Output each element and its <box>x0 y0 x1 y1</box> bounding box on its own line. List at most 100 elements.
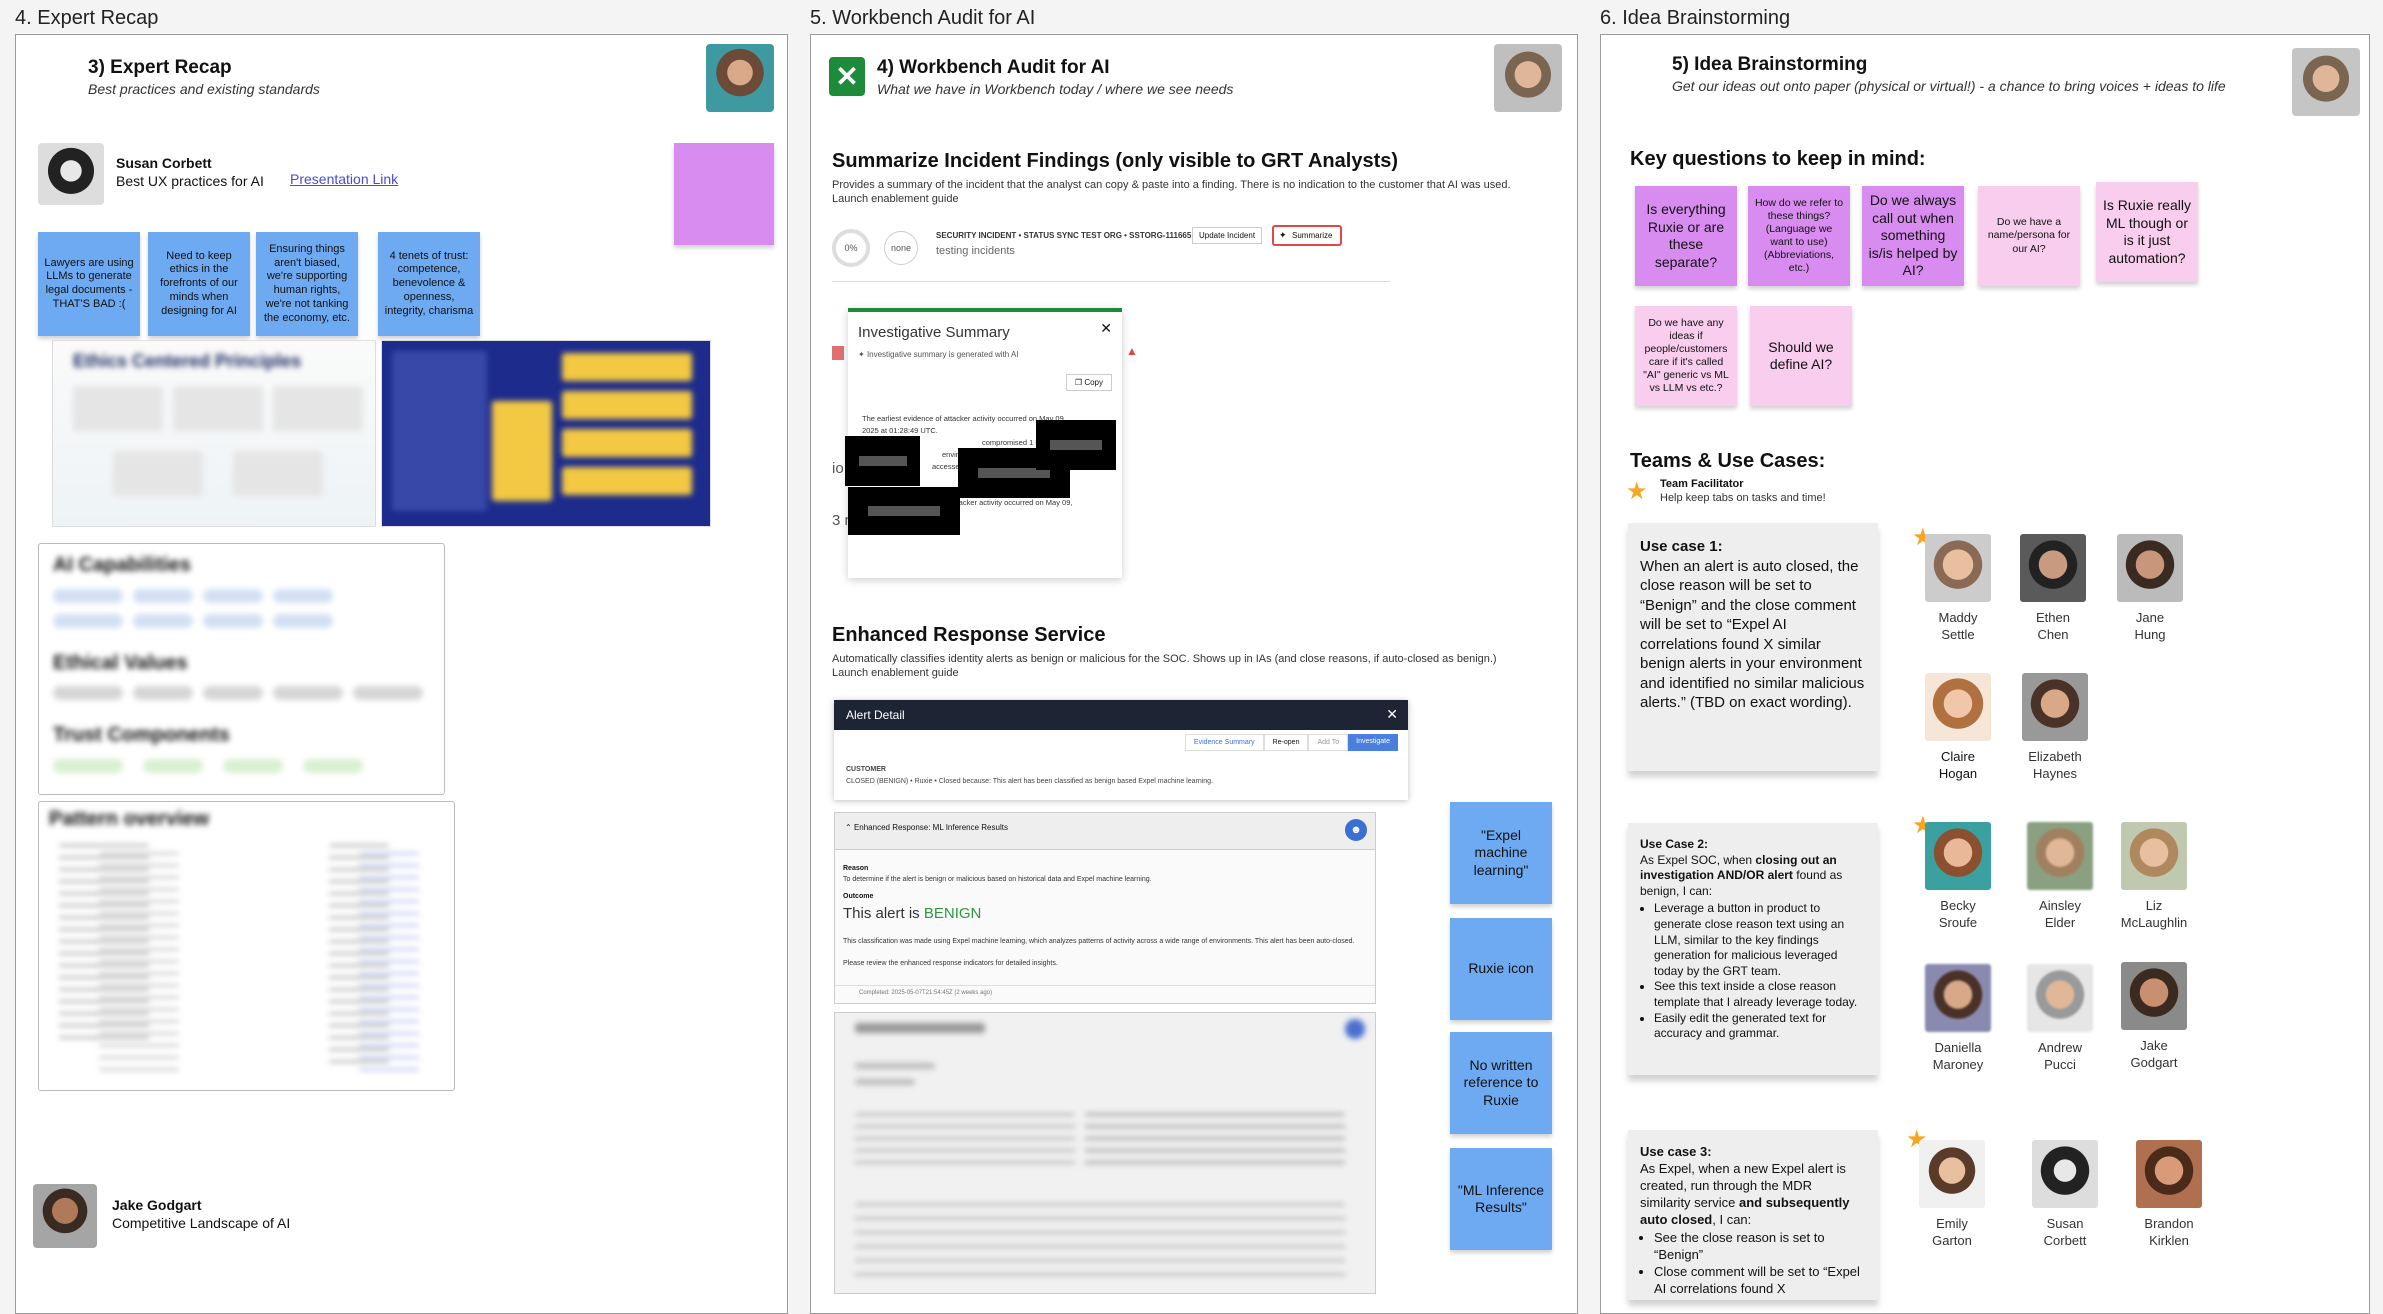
tab-add-to[interactable]: Add To <box>1308 734 1349 751</box>
chevron-up-icon: ⌃ <box>845 823 854 832</box>
slide-title: Ethics Centered Principles <box>73 351 302 371</box>
team-member: Jake Godgart <box>2104 962 2204 1072</box>
team-member: Emily Garton <box>1902 1140 2002 1250</box>
copy-icon: ❐ <box>1074 378 1085 387</box>
ai-note: ✦ Investigative summary is generated wit… <box>858 350 1019 359</box>
question-sticky-2[interactable]: How do we refer to these things? (Langua… <box>1748 186 1850 286</box>
use-case-2-card[interactable]: Use Case 2: As Expel SOC, when closing o… <box>1628 823 1878 1075</box>
team-member: Becky Sroufe <box>1908 822 2008 932</box>
facilitator-sub: Help keep tabs on tasks and time! <box>1660 492 1826 504</box>
question-sticky-3[interactable]: Do we always call out when something is/… <box>1862 186 1964 286</box>
redaction-block <box>848 487 960 535</box>
incident-sub: testing incidents <box>936 245 1015 257</box>
question-sticky-6[interactable]: Do we have any ideas if people/customers… <box>1635 306 1737 406</box>
presentation-link[interactable]: Presentation Link <box>290 171 398 187</box>
close-icon[interactable]: ✕ <box>1100 320 1112 337</box>
team-member: Ainsley Elder <box>2010 822 2110 932</box>
ml-inference-panel[interactable]: ⌃ Enhanced Response: ML Inference Result… <box>834 812 1376 1004</box>
slide-thumbnail-ethics[interactable]: Ethics Centered Principles <box>52 340 376 527</box>
tab-reopen[interactable]: Re-open <box>1263 734 1309 751</box>
sticky-expert-2[interactable]: Need to keep ethics in the forefronts of… <box>148 232 250 336</box>
susan-topic: Best UX practices for AI <box>116 173 264 189</box>
summarize-guide-link[interactable]: Launch enablement guide <box>832 192 959 206</box>
expert-heading: 3) Expert Recap <box>88 57 232 78</box>
update-incident-button[interactable]: Update Incident <box>1192 227 1263 244</box>
jake-name: Jake Godgart <box>112 1197 202 1213</box>
redaction-block <box>845 436 920 486</box>
warning-triangle-icon: ▲ <box>1126 344 1138 358</box>
ruxie-icon: ☻ <box>1345 819 1367 841</box>
panel-top-accent <box>848 308 1122 312</box>
question-sticky-7[interactable]: Should we define AI? <box>1750 306 1852 406</box>
ideas-avatar <box>2292 48 2360 116</box>
member-avatar <box>1925 534 1991 602</box>
sticky-audit-2[interactable]: Ruxie icon <box>1450 918 1552 1020</box>
use-case-3-title: Use case 3: <box>1640 1144 1712 1159</box>
pattern-title: Pattern overview <box>49 808 210 830</box>
outcome-line: This alert is BENIGN <box>843 905 982 922</box>
use-case-2-title: Use Case 2: <box>1640 837 1709 851</box>
slide-thumbnail-overview[interactable] <box>381 340 711 527</box>
sticky-expert-4[interactable]: 4 tenets of trust: competence, benevolen… <box>378 232 480 336</box>
outcome-value: BENIGN <box>923 905 982 922</box>
use-case-1-card[interactable]: Use case 1: When an alert is auto closed… <box>1628 523 1878 771</box>
question-sticky-5[interactable]: Is Ruxie really ML though or is it just … <box>2096 182 2198 282</box>
reason-label: Reason <box>843 865 869 872</box>
use-case-1-title: Use case 1: <box>1640 538 1723 555</box>
completed-line: Completed: 2025-05-07T21:54:45Z (2 weeks… <box>835 985 1375 1001</box>
member-avatar <box>2117 534 2183 602</box>
team-member: Andrew Pucci <box>2010 964 2110 1074</box>
team-member: Susan Corbett <box>2015 1140 2115 1250</box>
tab-investigate[interactable]: Investigate <box>1348 734 1398 751</box>
member-avatar <box>2022 673 2088 741</box>
sparkle-icon: ✦ <box>1279 230 1287 240</box>
jake-topic: Competitive Landscape of AI <box>112 1215 291 1231</box>
member-avatar <box>2032 1140 2098 1208</box>
sticky-audit-4[interactable]: "ML Inference Results" <box>1450 1148 1552 1250</box>
audit-heading: 4) Workbench Audit for AI <box>877 57 1110 78</box>
team-member: Ethen Chen <box>2003 534 2103 644</box>
use-case-1-body: When an alert is auto closed, the close … <box>1640 557 1865 712</box>
alert-action-tabs: Evidence Summary Re-open Add To Investig… <box>1184 734 1398 751</box>
teams-title: Teams & Use Cases: <box>1630 450 1826 472</box>
use-case-2-intro: As Expel SOC, when closing out an invest… <box>1640 852 1843 898</box>
summarize-button[interactable]: ✦ Summarize <box>1272 225 1343 246</box>
question-sticky-4[interactable]: Do we have a name/persona for our AI? <box>1978 186 2080 286</box>
incident-label: SECURITY INCIDENT • STATUS SYNC TEST ORG… <box>936 231 1192 240</box>
alert-detail-title: Alert Detail <box>846 708 905 722</box>
member-avatar <box>1925 964 1991 1032</box>
team-member: Liz McLaughlin <box>2104 822 2204 932</box>
question-sticky-1[interactable]: Is everything Ruxie or are these separat… <box>1635 186 1737 286</box>
sticky-purple-empty[interactable] <box>674 143 774 245</box>
sparkle-icon: ✦ <box>858 350 867 359</box>
member-avatar <box>2020 534 2086 602</box>
close-icon[interactable]: ✕ <box>1386 706 1398 723</box>
member-avatar <box>2027 822 2093 890</box>
use-case-2-bullets: Leverage a button in product to generate… <box>1640 901 1866 1041</box>
sticky-expert-1[interactable]: Lawyers are using LLMs to generate legal… <box>38 232 140 336</box>
cut-text-io: io <box>832 460 844 477</box>
member-avatar <box>1925 822 1991 890</box>
copy-button[interactable]: ❐ Copy <box>1065 374 1112 391</box>
key-questions-title: Key questions to keep in mind: <box>1630 148 1926 170</box>
sticky-audit-1[interactable]: "Expel machine learning" <box>1450 802 1552 904</box>
blurred-evidence-panel[interactable] <box>834 1012 1376 1294</box>
use-case-3-intro: As Expel, when a new Expel alert is crea… <box>1640 1160 1850 1227</box>
tab-evidence-summary[interactable]: Evidence Summary <box>1184 734 1264 751</box>
sticky-audit-3[interactable]: No written reference to Ruxie <box>1450 1032 1552 1134</box>
summary-panel-title: Investigative Summary <box>858 324 1010 341</box>
pattern-overview-card[interactable]: Pattern overview <box>38 801 455 1091</box>
use-case-3-card[interactable]: Use case 3: As Expel, when a new Expel a… <box>1628 1130 1878 1300</box>
alert-detail-panel[interactable]: Alert Detail ✕ Evidence Summary Re-open … <box>834 700 1408 800</box>
facilitator-title: Team Facilitator <box>1660 478 1744 490</box>
reason-text: To determine if the alert is benign or m… <box>843 876 1152 883</box>
audit-subheading: What we have in Workbench today / where … <box>877 81 1234 97</box>
ers-guide-link[interactable]: Launch enablement guide <box>832 666 959 680</box>
panel-edge <box>832 318 844 368</box>
member-avatar <box>2121 822 2187 890</box>
sticky-expert-3[interactable]: Ensuring things aren't biased, we're sup… <box>256 232 358 336</box>
spreadsheet-x-icon: ✕ <box>829 57 865 96</box>
facilitator-star-icon: ★ <box>1626 478 1648 505</box>
ai-capabilities-card[interactable]: AI Capabilities Ethical Values Trust Com… <box>38 543 445 795</box>
incident-bar: 0% none SECURITY INCIDENT • STATUS SYNC … <box>832 225 1390 282</box>
